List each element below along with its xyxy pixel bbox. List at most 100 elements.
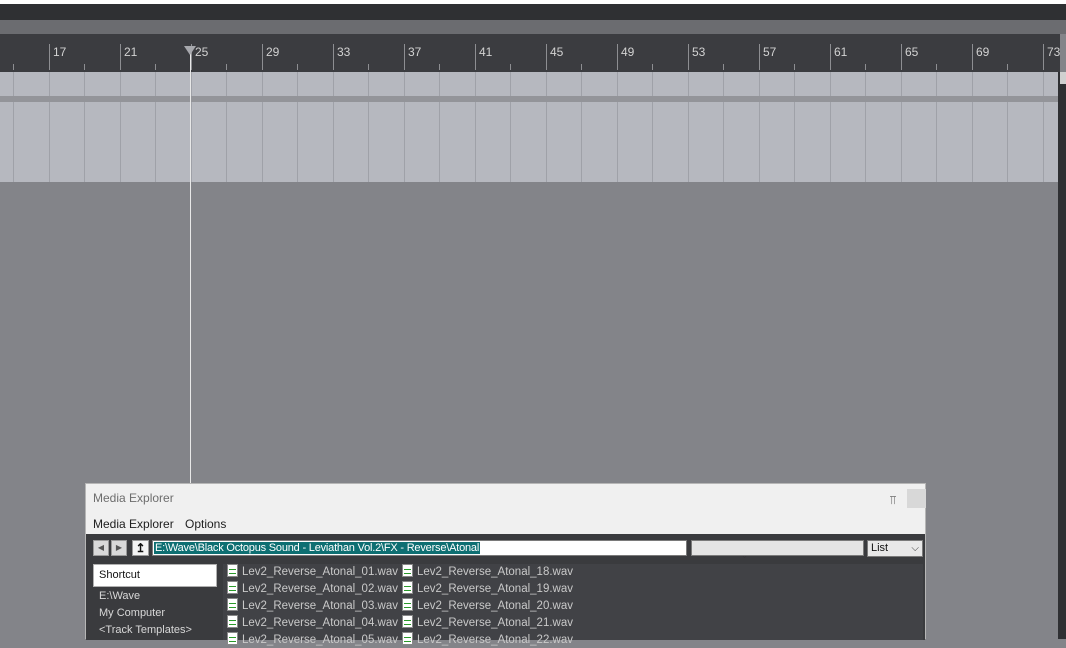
close-button[interactable] <box>907 489 926 508</box>
ruler-label: 53 <box>692 45 706 59</box>
ruler-tick <box>830 44 831 70</box>
file-name: Lev2_Reverse_Atonal_05.wav <box>242 634 398 646</box>
grid-line <box>13 72 14 96</box>
grid-line <box>901 102 902 182</box>
grid-line <box>936 72 937 96</box>
grid-line <box>84 102 85 182</box>
playhead-line[interactable] <box>190 46 191 484</box>
ruler-label: 25 <box>195 45 209 59</box>
ruler-tick <box>759 44 760 70</box>
file-item[interactable]: Lev2_Reverse_Atonal_04.wav <box>227 615 398 631</box>
ruler-label: 33 <box>337 45 351 59</box>
search-input[interactable] <box>691 540 864 556</box>
vertical-scrollbar[interactable] <box>1058 72 1066 639</box>
shortcut-item[interactable]: My Computer <box>99 607 165 619</box>
grid-line <box>972 72 973 96</box>
view-mode-select[interactable]: List ⌵ <box>867 540 923 557</box>
path-text: E:\Wave\Black Octopus Sound - Leviathan … <box>154 542 481 554</box>
chevron-down-icon: ⌵ <box>911 543 919 554</box>
grid-line <box>475 72 476 96</box>
parent-folder-button[interactable]: ↥ <box>132 540 149 556</box>
ruler-label: 49 <box>621 45 635 59</box>
file-item[interactable]: Lev2_Reverse_Atonal_03.wav <box>227 598 398 614</box>
timeline-ruler[interactable]: 17 21 25 29 33 37 41 45 49 53 57 61 65 69 73 <box>0 34 1060 72</box>
ruler-subtick <box>865 64 866 70</box>
file-item[interactable]: Lev2_Reverse_Atonal_19.wav <box>402 581 573 597</box>
file-item[interactable]: Lev2_Reverse_Atonal_21.wav <box>402 615 573 631</box>
audio-file-icon <box>402 581 413 594</box>
shortcut-item[interactable]: E:\Wave <box>99 590 140 602</box>
grid-line <box>759 102 760 182</box>
shortcut-item[interactable]: <Track Templates> <box>99 624 192 636</box>
ruler-label: 61 <box>834 45 848 59</box>
shortcut-header[interactable]: Shortcut <box>93 564 217 587</box>
back-button[interactable]: ◀ <box>93 540 109 556</box>
ruler-subtick <box>297 64 298 70</box>
explorer-toolbar: ◀ ▶ ↥ E:\Wave\Black Octopus Sound - Levi… <box>86 534 925 562</box>
file-list[interactable]: Lev2_Reverse_Atonal_01.wav Lev2_Reverse_A… <box>223 564 923 646</box>
grid-line <box>972 102 973 182</box>
grid-line <box>723 102 724 182</box>
menu-media-explorer[interactable]: Media Explorer <box>93 517 174 531</box>
grid-line <box>404 102 405 182</box>
ruler-subtick <box>652 64 653 70</box>
playhead-marker[interactable] <box>184 46 196 55</box>
audio-file-icon <box>402 564 413 577</box>
ruler-label: 45 <box>550 45 564 59</box>
grid-line <box>333 102 334 182</box>
file-item[interactable]: Lev2_Reverse_Atonal_22.wav <box>402 632 573 648</box>
ruler-label: 69 <box>976 45 990 59</box>
audio-file-icon <box>402 615 413 628</box>
grid-line <box>652 72 653 96</box>
ruler-tick <box>546 44 547 70</box>
grid-line <box>49 102 50 182</box>
ruler-label: 37 <box>408 45 422 59</box>
grid-line <box>84 72 85 96</box>
grid-line <box>226 102 227 182</box>
audio-file-icon <box>227 581 238 594</box>
grid-line <box>13 102 14 182</box>
ruler-subtick <box>84 64 85 70</box>
forward-button[interactable]: ▶ <box>111 540 127 556</box>
file-item[interactable]: Lev2_Reverse_Atonal_20.wav <box>402 598 573 614</box>
grid-line <box>262 72 263 96</box>
file-name: Lev2_Reverse_Atonal_02.wav <box>242 583 398 595</box>
file-name: Lev2_Reverse_Atonal_03.wav <box>242 600 398 612</box>
file-item[interactable]: Lev2_Reverse_Atonal_02.wav <box>227 581 398 597</box>
ruler-subtick <box>723 64 724 70</box>
file-item[interactable]: Lev2_Reverse_Atonal_01.wav <box>227 564 398 580</box>
grid-line <box>901 72 902 96</box>
grid-line <box>794 102 795 182</box>
file-name: Lev2_Reverse_Atonal_20.wav <box>417 600 573 612</box>
grid-line <box>262 102 263 182</box>
ruler-tick <box>688 44 689 70</box>
ruler-label: 21 <box>124 45 138 59</box>
file-item[interactable]: Lev2_Reverse_Atonal_18.wav <box>402 564 573 580</box>
ruler-tick <box>901 44 902 70</box>
dock-icon[interactable]: ⫪ <box>886 494 900 506</box>
ruler-tick <box>120 44 121 70</box>
grid-line <box>865 72 866 96</box>
grid-line <box>120 72 121 96</box>
path-input[interactable]: E:\Wave\Black Octopus Sound - Leviathan … <box>152 540 749 561</box>
scrollbar-thumb[interactable] <box>1060 72 1066 84</box>
grid-line <box>297 102 298 182</box>
track-lane-1[interactable] <box>0 72 1058 96</box>
grid-line <box>333 72 334 96</box>
grid-line <box>475 102 476 182</box>
grid-line <box>155 102 156 182</box>
grid-line <box>1043 72 1044 96</box>
ruler-label: 41 <box>479 45 493 59</box>
file-name: Lev2_Reverse_Atonal_22.wav <box>417 634 573 646</box>
ruler-subtick <box>794 64 795 70</box>
ruler-subtick <box>368 64 369 70</box>
grid-line <box>404 72 405 96</box>
track-lane-2[interactable] <box>0 102 1058 182</box>
grid-line <box>439 72 440 96</box>
ruler-subtick <box>155 64 156 70</box>
menu-options[interactable]: Options <box>185 517 226 531</box>
grid-line <box>936 102 937 182</box>
file-item[interactable]: Lev2_Reverse_Atonal_05.wav <box>227 632 398 648</box>
shortcut-panel: Shortcut E:\Wave My Computer <Track Temp… <box>93 562 217 640</box>
grid-line <box>49 72 50 96</box>
